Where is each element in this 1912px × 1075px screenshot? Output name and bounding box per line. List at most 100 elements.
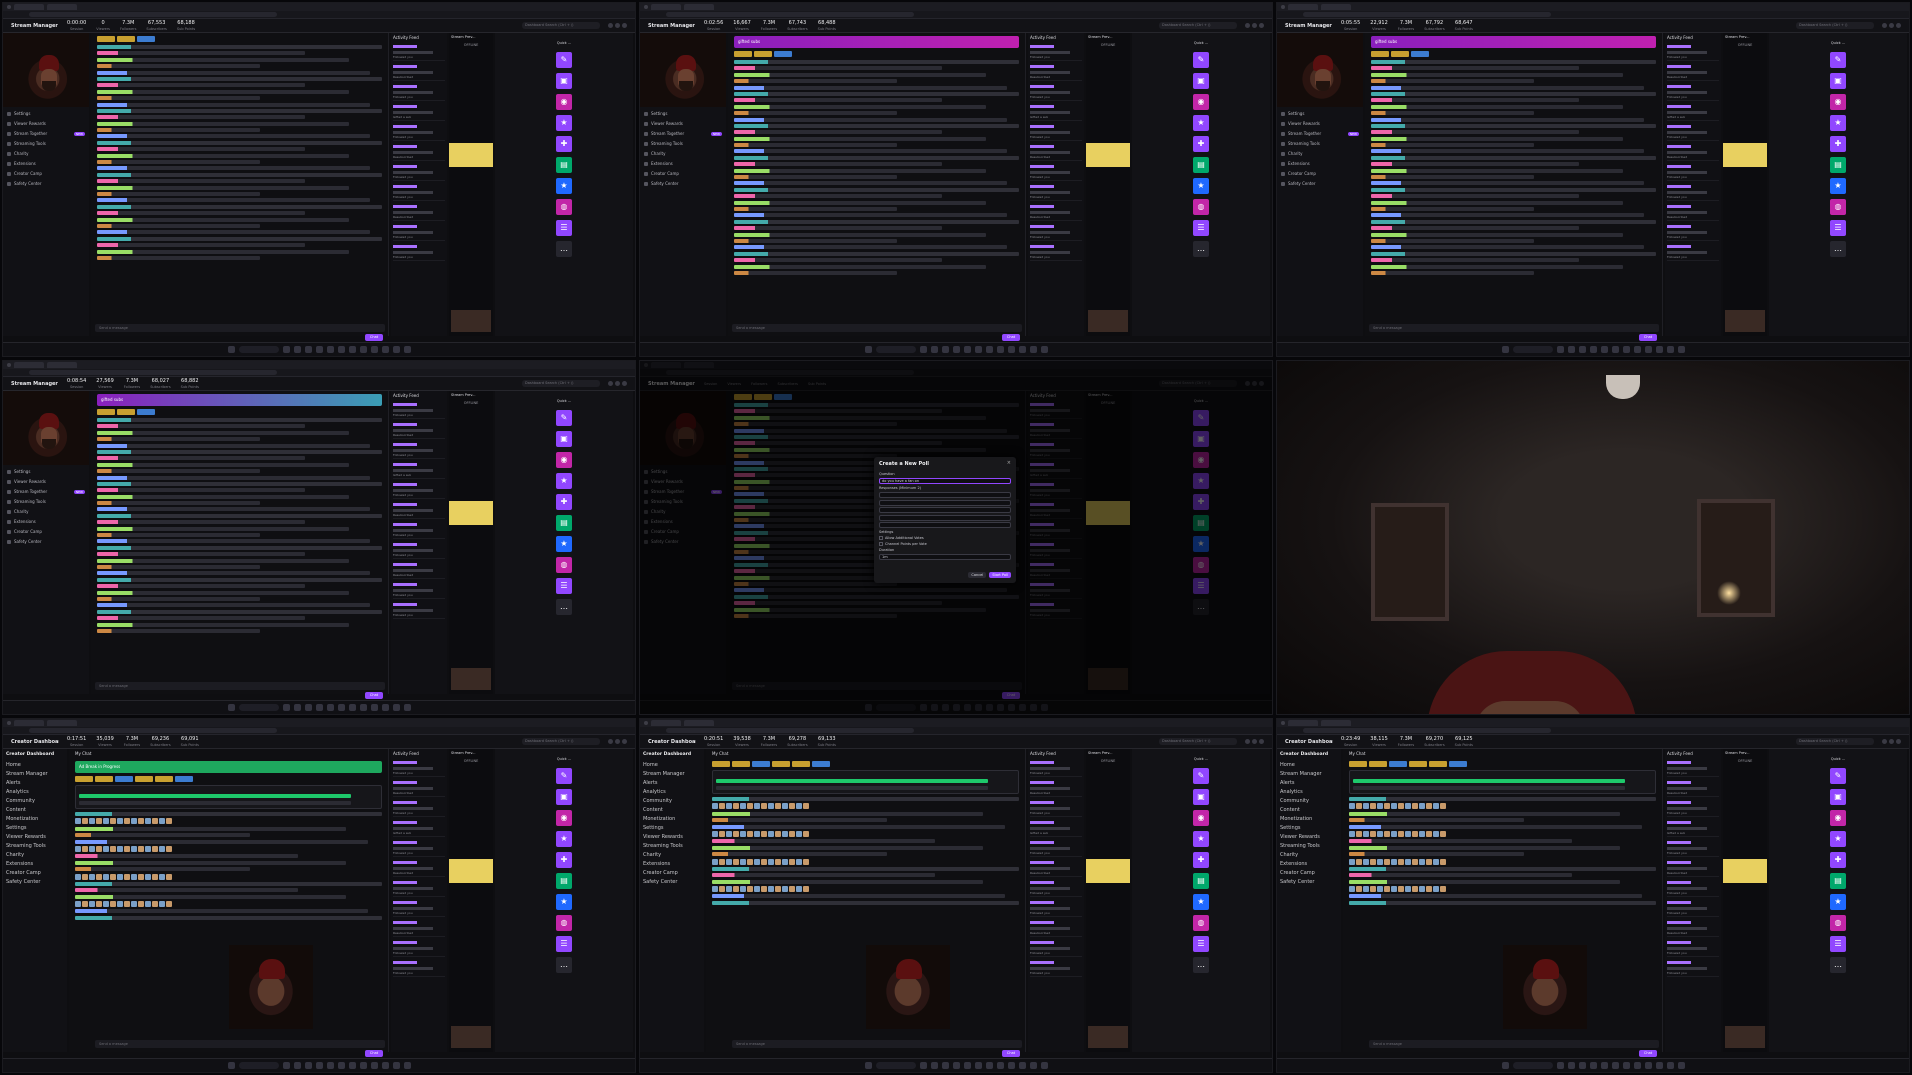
browser-tab[interactable] bbox=[14, 720, 44, 726]
chat-send-button[interactable]: Chat bbox=[365, 692, 383, 699]
sidebar-item[interactable]: Creator Camp bbox=[1281, 170, 1359, 177]
dashboard-search-input[interactable]: Dashboard Search (Ctrl + /) bbox=[522, 738, 600, 745]
sidebar-item[interactable]: Monetization bbox=[643, 816, 701, 822]
taskbar-app-icon[interactable] bbox=[1666, 1062, 1674, 1069]
sidebar-item[interactable]: Stream Together NEW bbox=[7, 488, 85, 495]
highlight-icon[interactable]: ★ bbox=[1830, 178, 1846, 194]
url-field[interactable] bbox=[29, 12, 277, 17]
marker-icon[interactable]: ◉ bbox=[1830, 94, 1846, 110]
activity-item[interactable]: Gifted a sub bbox=[1030, 103, 1082, 121]
more-icon[interactable]: … bbox=[556, 599, 572, 615]
sidebar-item[interactable]: Settings bbox=[7, 468, 85, 475]
whisper-icon[interactable] bbox=[1252, 739, 1257, 744]
dashboard-search-input[interactable]: Dashboard Search (Ctrl + /) bbox=[522, 22, 600, 29]
sidebar-item[interactable]: Analytics bbox=[6, 789, 64, 795]
activity-item[interactable]: Followed you bbox=[393, 481, 445, 499]
taskbar-app-icon[interactable] bbox=[1633, 1062, 1641, 1069]
menu-icon[interactable]: ☰ bbox=[556, 936, 572, 952]
highlight-icon[interactable]: ★ bbox=[1830, 894, 1846, 910]
sidebar-item[interactable]: Settings bbox=[7, 110, 85, 117]
sidebar-item[interactable]: Extensions bbox=[644, 160, 722, 167]
taskbar-app-icon[interactable] bbox=[315, 704, 323, 711]
taskbar-app-icon[interactable] bbox=[326, 704, 334, 711]
sidebar-item[interactable]: Extensions bbox=[1281, 160, 1359, 167]
shield-icon[interactable]: ◍ bbox=[556, 557, 572, 573]
clip-icon[interactable]: ▣ bbox=[556, 73, 572, 89]
activity-item[interactable]: Followed you bbox=[393, 601, 445, 619]
response-input[interactable] bbox=[879, 492, 1011, 498]
taskbar-app-icon[interactable] bbox=[1611, 346, 1619, 353]
highlight-icon[interactable]: ★ bbox=[1193, 178, 1209, 194]
taskbar-app-icon[interactable] bbox=[293, 346, 301, 353]
highlight-icon[interactable]: ★ bbox=[556, 178, 572, 194]
activity-item[interactable]: Followed you bbox=[393, 163, 445, 181]
mini-player[interactable] bbox=[1725, 1026, 1765, 1048]
activity-item[interactable]: Followed you bbox=[1030, 243, 1082, 261]
taskbar-app-icon[interactable] bbox=[282, 346, 290, 353]
marker-icon[interactable]: ◉ bbox=[556, 94, 572, 110]
highlight-icon[interactable]: ★ bbox=[1193, 894, 1209, 910]
taskbar-app-icon[interactable] bbox=[919, 346, 927, 353]
taskbar-app-icon[interactable] bbox=[963, 346, 971, 353]
taskbar-app-icon[interactable] bbox=[941, 1062, 949, 1069]
taskbar-app-icon[interactable] bbox=[1611, 1062, 1619, 1069]
add-user-icon[interactable]: ✚ bbox=[1193, 136, 1209, 152]
start-icon[interactable] bbox=[864, 346, 872, 353]
activity-item[interactable]: Gifted a sub bbox=[1667, 819, 1719, 837]
clip-icon[interactable]: ▣ bbox=[1193, 789, 1209, 805]
dashboard-search-input[interactable]: Dashboard Search (Ctrl + /) bbox=[1796, 22, 1874, 29]
activity-item[interactable]: Followed you bbox=[1667, 759, 1719, 777]
taskbar-app-icon[interactable] bbox=[1633, 346, 1641, 353]
notification-icon[interactable] bbox=[1882, 23, 1887, 28]
sidebar-item[interactable]: Stream Together NEW bbox=[644, 130, 722, 137]
avatar[interactable] bbox=[622, 381, 627, 386]
sidebar-item[interactable]: Creator Camp bbox=[644, 170, 722, 177]
sidebar-item[interactable]: Monetization bbox=[6, 816, 64, 822]
taskbar-app-icon[interactable] bbox=[1666, 346, 1674, 353]
sidebar-item[interactable]: Safety Center bbox=[643, 879, 701, 885]
marker-icon[interactable]: ◉ bbox=[556, 452, 572, 468]
star-icon[interactable]: ★ bbox=[1193, 115, 1209, 131]
taskbar-app-icon[interactable] bbox=[930, 1062, 938, 1069]
activity-item[interactable]: Followed you bbox=[1667, 959, 1719, 977]
activity-item[interactable]: Resubscribed bbox=[1030, 779, 1082, 797]
response-input[interactable] bbox=[879, 507, 1011, 513]
address-bar[interactable] bbox=[640, 727, 1272, 735]
taskbar-app-icon[interactable] bbox=[1018, 1062, 1026, 1069]
taskbar-app-icon[interactable] bbox=[293, 1062, 301, 1069]
activity-item[interactable]: Gifted a sub bbox=[1030, 819, 1082, 837]
ad-icon[interactable]: ▤ bbox=[556, 873, 572, 889]
sidebar-item[interactable]: Streaming Tools bbox=[1281, 140, 1359, 147]
sidebar-item[interactable]: Safety Center bbox=[6, 879, 64, 885]
taskbar-app-icon[interactable] bbox=[381, 704, 389, 711]
taskbar-app-icon[interactable] bbox=[1677, 346, 1685, 353]
sidebar-item[interactable]: Streaming Tools bbox=[644, 140, 722, 147]
pencil-icon[interactable]: ✎ bbox=[556, 768, 572, 784]
sidebar-item[interactable]: Charity bbox=[644, 150, 722, 157]
activity-item[interactable]: Followed you bbox=[393, 939, 445, 957]
shield-icon[interactable]: ◍ bbox=[1830, 915, 1846, 931]
mini-player[interactable] bbox=[451, 1026, 491, 1048]
activity-item[interactable]: Resubscribed bbox=[1030, 203, 1082, 221]
taskbar-app-icon[interactable] bbox=[326, 1062, 334, 1069]
address-bar[interactable] bbox=[640, 11, 1272, 19]
menu-icon[interactable]: ☰ bbox=[556, 220, 572, 236]
sidebar-item[interactable]: Content bbox=[1280, 807, 1338, 813]
sidebar-item[interactable]: Alerts bbox=[643, 780, 701, 786]
taskbar-app-icon[interactable] bbox=[381, 346, 389, 353]
activity-item[interactable]: Followed you bbox=[393, 959, 445, 977]
start-icon[interactable] bbox=[864, 1062, 872, 1069]
browser-tab[interactable] bbox=[47, 362, 77, 368]
activity-item[interactable]: Followed you bbox=[393, 123, 445, 141]
activity-item[interactable]: Followed you bbox=[1667, 939, 1719, 957]
taskbar-app-icon[interactable] bbox=[315, 346, 323, 353]
taskbar-app-icon[interactable] bbox=[1029, 346, 1037, 353]
activity-item[interactable]: Followed you bbox=[1667, 799, 1719, 817]
shield-icon[interactable]: ◍ bbox=[556, 199, 572, 215]
clip-icon[interactable]: ▣ bbox=[556, 431, 572, 447]
highlight-icon[interactable]: ★ bbox=[556, 894, 572, 910]
taskbar-app-icon[interactable] bbox=[974, 1062, 982, 1069]
taskbar-search[interactable] bbox=[875, 346, 916, 353]
dashboard-search-input[interactable]: Dashboard Search (Ctrl + /) bbox=[1159, 22, 1237, 29]
sidebar-item[interactable]: Creator Camp bbox=[7, 170, 85, 177]
